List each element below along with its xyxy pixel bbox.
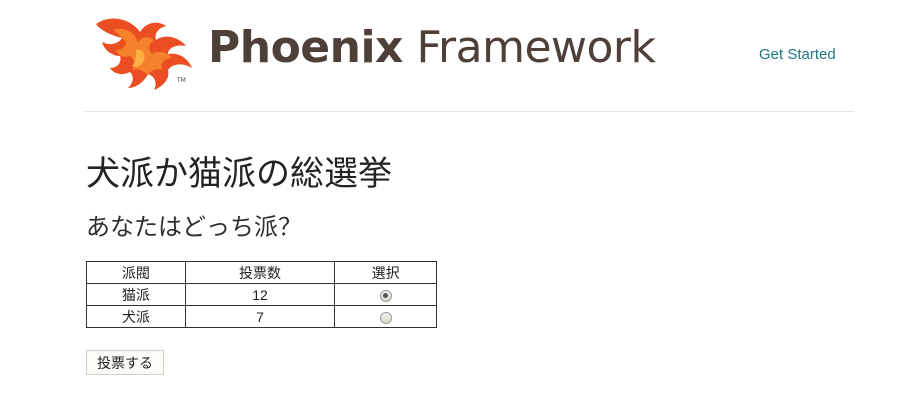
votes-cell: 7 — [184, 305, 336, 328]
vote-table: 派閥 投票数 選択 猫派 12 犬派 7 — [86, 261, 437, 328]
site-header: TM Phoenix Framework Get Started — [84, 0, 854, 112]
faction-cell: 猫派 — [86, 283, 186, 306]
select-cell — [334, 305, 437, 328]
phoenix-flame-icon: TM — [96, 18, 192, 91]
header-votes: 投票数 — [184, 261, 336, 284]
header-faction: 派閥 — [86, 261, 186, 284]
get-started-link[interactable]: Get Started — [759, 46, 836, 63]
table-row-dog: 犬派 7 — [86, 305, 437, 328]
vote-question: あなたはどっち派？ — [86, 214, 302, 241]
dog-radio-button[interactable] — [379, 311, 392, 324]
faction-cell: 犬派 — [86, 305, 186, 328]
select-cell — [334, 283, 437, 306]
cat-radio-button[interactable] — [379, 289, 392, 302]
logo-text-light: Framework — [416, 22, 656, 73]
phoenix-logo[interactable]: TM Phoenix Framework — [84, 8, 664, 98]
logo-text-bold: Phoenix — [208, 22, 403, 73]
votes-cell: 12 — [184, 283, 336, 306]
page-title: 犬派か猫派の総選挙 — [86, 155, 392, 193]
table-row-cat: 猫派 12 — [86, 283, 437, 306]
vote-submit-button[interactable]: 投票する — [86, 350, 164, 375]
svg-text:TM: TM — [176, 77, 186, 84]
logo-wordmark: Phoenix Framework — [208, 22, 656, 74]
table-header-row: 派閥 投票数 選択 — [86, 261, 437, 284]
header-select: 選択 — [334, 261, 437, 284]
